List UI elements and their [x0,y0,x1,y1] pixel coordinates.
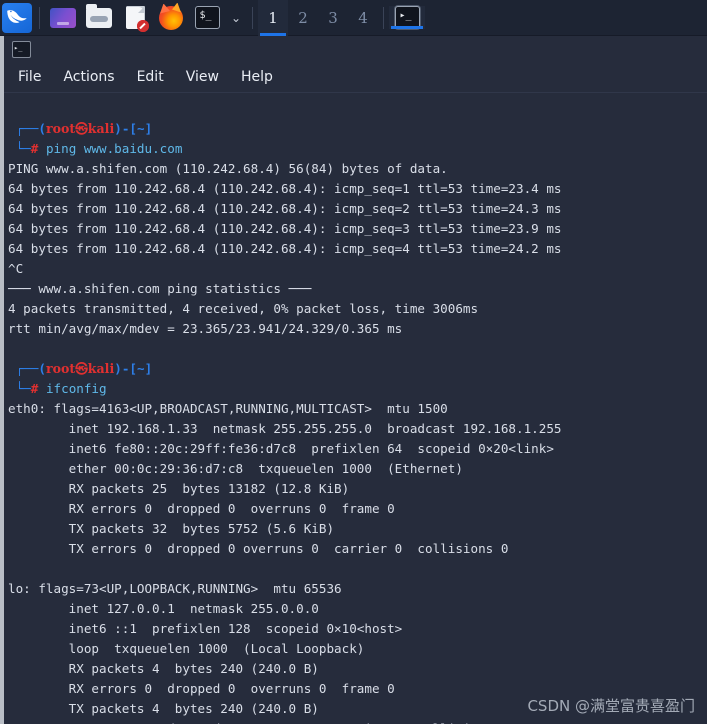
output-line: RX packets 25 bytes 13182 (12.8 KiB) [8,481,350,496]
taskbar-text-editor-button[interactable] [117,1,153,35]
prompt-line-command: └─# ifconfig [15,381,107,396]
terminal-window: File Actions Edit View Help ┌──(root㉿kal… [0,36,707,724]
workspace-1[interactable]: 1 [258,0,288,36]
menu-file[interactable]: File [18,69,41,85]
output-line: inet6 fe80::20c:29ff:fe36:d7c8 prefixlen… [8,441,554,456]
menu-help[interactable]: Help [241,69,273,85]
display-settings-icon [50,7,76,28]
panel-separator-3 [383,6,384,29]
terminal-window-icon: ▸_ [394,6,420,29]
watermark: CSDN @满堂富贵喜盈门 [527,697,695,715]
output-line: inet 127.0.0.1 netmask 255.0.0.0 [8,601,319,616]
output-line: ─── www.a.shifen.com ping statistics ─── [8,281,312,296]
top-panel: $_ ⌄ 1 2 3 4 ▸_ [0,0,707,36]
menu-edit[interactable]: Edit [137,69,164,85]
prompt-line-command: └─# ping www.baidu.com [15,141,183,156]
output-line: PING www.a.shifen.com (110.242.68.4) 56(… [8,161,448,176]
output-line: 64 bytes from 110.242.68.4 (110.242.68.4… [8,181,562,196]
terminal-icon [12,40,31,58]
workspace-3[interactable]: 3 [318,0,348,36]
output-line: TX errors 0 dropped 0 overruns 0 carrier… [8,719,707,724]
output-line: RX packets 4 bytes 240 (240.0 B) [8,661,319,676]
output-line: 64 bytes from 110.242.68.4 (110.242.68.4… [8,241,562,256]
file-manager-icon [86,3,112,28]
terminal-body[interactable]: ┌──(root㉿kali)-[~] └─# ping www.baidu.co… [4,93,707,724]
workspace-4[interactable]: 4 [348,0,378,36]
output-line: 64 bytes from 110.242.68.4 (110.242.68.4… [8,221,562,236]
taskbar-display-button[interactable] [45,1,81,35]
prompt-line-top: ┌──(root㉿kali)-[~] [15,121,153,136]
output-line: rtt min/avg/max/mdev = 23.365/23.941/24.… [8,321,403,336]
menu-bar: File Actions Edit View Help [4,62,707,93]
output-line: inet6 ::1 prefixlen 128 scopeid 0×10<hos… [8,621,403,636]
output-line: lo: flags=73<UP,LOOPBACK,RUNNING> mtu 65… [8,581,342,596]
output-line: TX packets 32 bytes 5752 (5.6 KiB) [8,521,335,536]
kali-menu-button[interactable] [0,1,34,35]
kali-dragon-icon [2,2,32,33]
output-line: RX errors 0 dropped 0 overruns 0 frame 0 [8,501,395,516]
document-icon [125,6,149,32]
firefox-icon [159,5,183,30]
workspace-switcher: 1 2 3 4 [258,0,378,36]
window-list-terminal[interactable]: ▸_ [389,6,425,29]
output-line: 64 bytes from 110.242.68.4 (110.242.68.4… [8,201,562,216]
taskbar-file-manager-button[interactable] [81,1,117,35]
terminal-titlebar[interactable] [4,36,707,62]
output-line: eth0: flags=4163<UP,BROADCAST,RUNNING,MU… [8,401,448,416]
output-line: ^C [8,261,24,276]
panel-separator [39,6,40,29]
output-line: TX errors 0 dropped 0 overruns 0 carrier… [8,541,509,556]
prompt-line-top: ┌──(root㉿kali)-[~] [15,361,153,376]
terminal-icon: $_ [194,6,220,29]
taskbar-firefox-button[interactable] [153,1,189,35]
chevron-down-icon[interactable]: ⌄ [225,1,247,35]
output-line: 4 packets transmitted, 4 received, 0% pa… [8,301,479,316]
output-line: ether 00:0c:29:36:d7:c8 txqueuelen 1000 … [8,461,463,476]
panel-separator-2 [252,6,253,29]
desktop: 🖴 File System 🗀 Home File Actions Edit V… [0,36,707,724]
terminal-output: ┌──(root㉿kali)-[~] └─# ping www.baidu.co… [8,99,707,724]
output-line: inet 192.168.1.33 netmask 255.255.255.0 … [8,421,562,436]
panel-spacer [425,0,707,36]
menu-actions[interactable]: Actions [63,69,114,85]
taskbar-terminal-button[interactable]: $_ [189,1,225,35]
output-line: loop txqueuelen 1000 (Local Loopback) [8,641,365,656]
menu-view[interactable]: View [186,69,219,85]
workspace-2[interactable]: 2 [288,0,318,36]
